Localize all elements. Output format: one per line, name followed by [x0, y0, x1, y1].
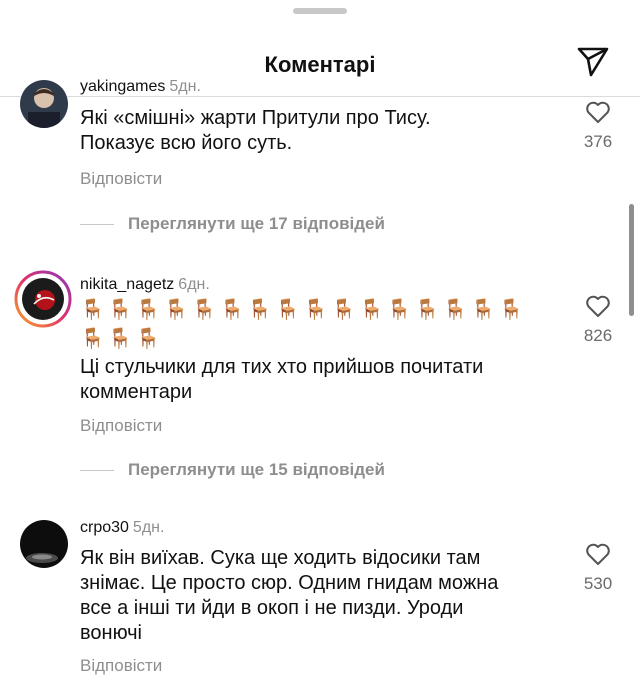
like-count: 376 — [583, 132, 613, 151]
comment-emoji-row: 🪑🪑🪑🪑🪑🪑🪑🪑🪑🪑🪑🪑🪑🪑🪑🪑🪑🪑🪑 — [80, 299, 527, 350]
comment-text: Які «смішні» жарти Притули про Тису. Пок… — [80, 107, 431, 154]
heart-outline-icon[interactable] — [578, 294, 618, 318]
reply-button[interactable]: Відповісти — [80, 169, 162, 189]
like-count: 826 — [583, 326, 613, 345]
like-control[interactable]: 530 — [578, 542, 618, 594]
reply-button[interactable]: Відповісти — [80, 416, 162, 436]
avatar[interactable] — [20, 520, 68, 568]
comment-meta: crpo30 5дн. — [80, 519, 164, 537]
reply-button[interactable]: Відповісти — [80, 656, 162, 676]
comment-time: 5дн. — [132, 519, 165, 536]
view-replies-label: Переглянути ще 15 відповідей — [128, 460, 385, 479]
comment-username[interactable]: yakingames — [80, 78, 165, 95]
comment-meta: yakingames 5дн. — [80, 78, 201, 96]
like-control[interactable]: 826 — [578, 294, 618, 346]
like-count: 530 — [583, 574, 613, 593]
scrollbar[interactable] — [629, 204, 634, 316]
paper-plane-icon[interactable] — [576, 44, 610, 78]
divider-line — [80, 469, 114, 471]
sheet-grab-handle[interactable] — [293, 8, 347, 14]
view-replies-button[interactable]: Переглянути ще 17 відповідей — [80, 214, 385, 234]
comment-text: Ці стульчики для тих хто прийшов почитат… — [80, 356, 484, 403]
view-replies-button[interactable]: Переглянути ще 15 відповідей — [80, 460, 385, 480]
divider-line — [80, 223, 114, 225]
comment-time: 6дн. — [178, 276, 210, 293]
comment-username[interactable]: nikita_nagetz — [80, 276, 174, 293]
page-title: Коментарі — [264, 52, 376, 77]
view-replies-label: Переглянути ще 17 відповідей — [128, 214, 385, 233]
like-control[interactable]: 376 — [578, 100, 618, 152]
comment-meta: nikita_nagetz 6дн. — [80, 276, 210, 294]
avatar[interactable] — [20, 80, 68, 128]
avatar[interactable] — [14, 270, 72, 328]
comment-time: 5дн. — [169, 78, 201, 95]
heart-outline-icon[interactable] — [578, 542, 618, 566]
heart-outline-icon[interactable] — [578, 100, 618, 124]
comment-text: Як він виїхав. Сука ще ходить відосики т… — [80, 547, 499, 644]
comment-username[interactable]: crpo30 — [80, 519, 129, 536]
